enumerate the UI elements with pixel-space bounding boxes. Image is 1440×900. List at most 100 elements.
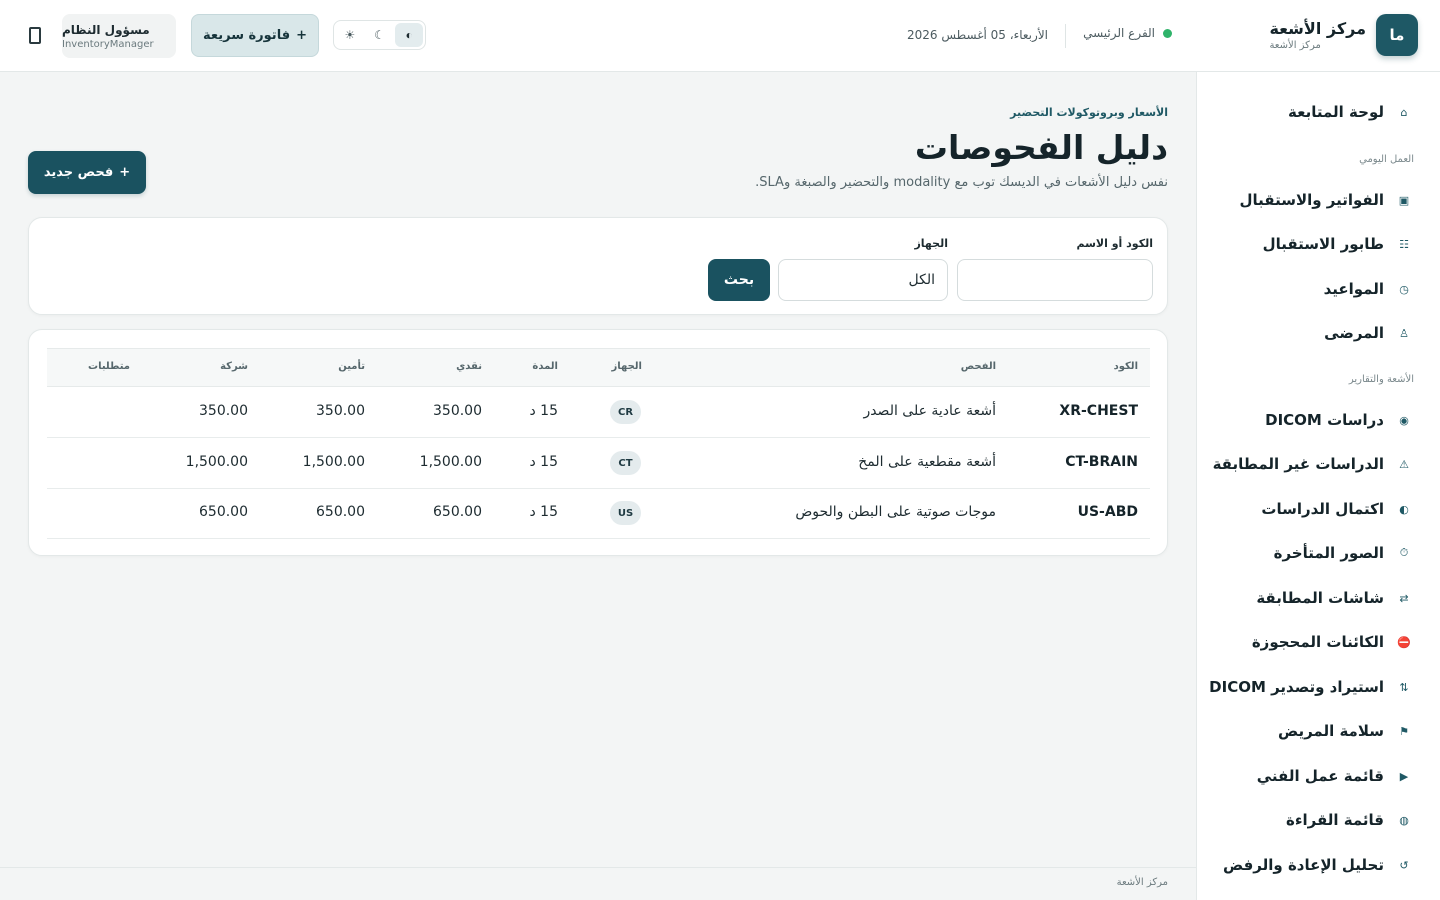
column-header-duration: المدة xyxy=(532,361,558,372)
timer-icon: ⏱ xyxy=(1399,546,1409,559)
cash-price: 650.00 xyxy=(433,504,482,520)
quick-invoice-button[interactable]: + فاتورة سريعة xyxy=(191,14,319,57)
device-filter-label: الجهاز xyxy=(914,237,948,250)
sidebar-item-technician-worklist[interactable]: ▶ قائمة عمل الفني xyxy=(1196,756,1440,796)
table-row[interactable]: US-ABD موجات صوتية على البطن والحوض US 1… xyxy=(47,488,1150,539)
exams-table-card: الكود الفحص الجهاز المدة نقدي تأمين شركة… xyxy=(28,329,1168,556)
sidebar-item-held-objects[interactable]: ⛔ الكائنات المحجوزة xyxy=(1196,622,1440,662)
exam-code: CT-BRAIN xyxy=(1065,454,1138,470)
sidebar-item-label: لوحة المتابعة xyxy=(1288,103,1384,121)
patient-icon: ♙ xyxy=(1399,326,1409,340)
table-row[interactable]: CT-BRAIN أشعة مقطعية على المخ CT 15 د 1,… xyxy=(47,438,1150,489)
brand[interactable]: ما مركز الأشعة مركز الأشعة xyxy=(1269,14,1418,56)
device-mobile-icon[interactable] xyxy=(29,27,41,44)
plus-icon: + xyxy=(119,165,131,180)
refresh-icon: ↺ xyxy=(1399,858,1409,872)
user-menu[interactable]: مسؤول النظام InventoryManager xyxy=(62,14,176,58)
user-name: مسؤول النظام xyxy=(62,22,150,37)
light-theme-icon[interactable]: ☀ xyxy=(336,23,364,47)
sidebar-item-dicom-studies[interactable]: ◉ دراسات DICOM xyxy=(1196,400,1440,440)
sidebar-item-label: الفواتير والاستقبال xyxy=(1239,191,1385,209)
device-badge: CR xyxy=(610,400,641,424)
device-badge: CT xyxy=(610,451,641,475)
exam-duration: 15 د xyxy=(529,454,558,470)
brand-title: مركز الأشعة xyxy=(1269,19,1366,38)
sidebar-item-unmatched-studies[interactable]: ⚠ الدراسات غير المطابقة xyxy=(1196,444,1440,484)
exam-name: أشعة مقطعية على المخ xyxy=(858,454,996,470)
sidebar-item-dicom-import-export[interactable]: ⇅ استيراد وتصدير DICOM xyxy=(1196,667,1440,707)
cash-price: 350.00 xyxy=(433,403,482,419)
search-button[interactable]: بحث xyxy=(708,259,770,301)
sidebar-item-dashboard[interactable]: ⌂ لوحة المتابعة xyxy=(1196,92,1440,132)
device-badge: US xyxy=(610,501,641,525)
sidebar-item-label: تحليل الإعادة والرفض xyxy=(1223,856,1384,874)
sidebar-item-patients[interactable]: ♙ المرضى xyxy=(1196,313,1440,353)
column-header-cash: نقدي xyxy=(456,361,482,372)
sidebar-item-study-completion[interactable]: ◐ اكتمال الدراسات xyxy=(1196,489,1440,529)
sidebar-item-appointments[interactable]: ◷ المواعيد xyxy=(1196,269,1440,309)
column-header-requirements: متطلبات xyxy=(88,361,130,372)
sidebar-item-label: الدراسات غير المطابقة xyxy=(1212,455,1384,473)
insurance-price: 1,500.00 xyxy=(302,454,365,470)
branch-indicator: الفرع الرئيسي xyxy=(1083,26,1172,40)
sidebar-item-label: المواعيد xyxy=(1323,280,1384,298)
quick-invoice-label: فاتورة سريعة xyxy=(203,28,291,43)
insurance-price: 650.00 xyxy=(316,504,365,520)
theme-toggle[interactable]: ☀ ☾ ◐ xyxy=(333,20,426,50)
top-header: ما مركز الأشعة مركز الأشعة الفرع الرئيسي… xyxy=(0,0,1440,72)
branch-label: الفرع الرئيسي xyxy=(1083,26,1155,40)
sidebar-item-label: اكتمال الدراسات xyxy=(1261,500,1384,518)
sidebar-item-repeat-reject-analysis[interactable]: ↺ تحليل الإعادة والرفض xyxy=(1196,845,1440,885)
filter-card: الكود أو الاسم الجهاز الكل بحث xyxy=(28,217,1168,315)
brand-logo: ما xyxy=(1376,14,1418,56)
code-search-input[interactable] xyxy=(957,259,1153,301)
sidebar-item-label: استيراد وتصدير DICOM xyxy=(1209,678,1384,696)
new-exam-button[interactable]: + فحص جديد xyxy=(28,151,146,194)
queue-icon: ☷ xyxy=(1399,237,1409,251)
flag-icon: ⚑ xyxy=(1399,724,1409,738)
table-header: الكود الفحص الجهاز المدة نقدي تأمين شركة… xyxy=(47,348,1150,387)
sidebar-item-label: طابور الاستقبال xyxy=(1262,235,1384,253)
page-title: دليل الفحوصات xyxy=(914,128,1168,167)
header-divider xyxy=(1065,24,1066,48)
company-price: 1,500.00 xyxy=(185,454,248,470)
auto-theme-icon[interactable]: ◐ xyxy=(395,23,424,47)
column-header-insurance: تأمين xyxy=(338,361,365,372)
brand-subtitle: مركز الأشعة xyxy=(1269,40,1321,51)
sidebar-item-label: سلامة المريض xyxy=(1277,722,1384,740)
code-filter-label: الكود أو الاسم xyxy=(1076,237,1153,250)
column-header-exam: الفحص xyxy=(960,361,996,372)
sidebar: ⌂ لوحة المتابعة العمل اليومي ▣ الفواتير … xyxy=(1196,72,1440,900)
sidebar-section-radiology: الأشعة والتقارير xyxy=(1348,374,1414,385)
column-header-code: الكود xyxy=(1113,361,1138,372)
exam-name: موجات صوتية على البطن والحوض xyxy=(795,504,996,520)
half-circle-icon: ◐ xyxy=(1399,502,1409,516)
sidebar-item-label: المرضى xyxy=(1324,324,1384,342)
plus-icon: + xyxy=(296,28,307,43)
device-select-value: الكل xyxy=(908,272,936,288)
sidebar-section-daily: العمل اليومي xyxy=(1359,154,1414,165)
column-header-device: الجهاز xyxy=(611,361,642,372)
device-select[interactable]: الكل xyxy=(778,259,948,301)
clock-icon: ◷ xyxy=(1399,282,1409,296)
cash-price: 1,500.00 xyxy=(419,454,482,470)
sidebar-item-invoices[interactable]: ▣ الفواتير والاستقبال xyxy=(1196,180,1440,220)
exam-duration: 15 د xyxy=(529,403,558,419)
user-role: InventoryManager xyxy=(62,38,154,50)
invoice-icon: ▣ xyxy=(1398,193,1410,207)
table-row[interactable]: XR-CHEST أشعة عادية على الصدر CR 15 د 35… xyxy=(47,387,1150,438)
sidebar-item-patient-safety[interactable]: ⚑ سلامة المريض xyxy=(1196,711,1440,751)
swap-icon: ⇄ xyxy=(1399,591,1409,605)
sidebar-item-matching-screens[interactable]: ⇄ شاشات المطابقة xyxy=(1196,578,1440,618)
page-subtitle: نفس دليل الأشعات في الديسك توب مع modali… xyxy=(755,175,1168,190)
import-export-icon: ⇅ xyxy=(1399,680,1409,694)
play-icon: ▶ xyxy=(1399,769,1409,783)
warning-icon: ⚠ xyxy=(1399,457,1409,471)
globe-icon: ◍ xyxy=(1399,813,1409,827)
no-entry-icon: ⛔ xyxy=(1397,635,1411,649)
sidebar-item-late-images[interactable]: ⏱ الصور المتأخرة xyxy=(1196,533,1440,573)
new-exam-label: فحص جديد xyxy=(43,165,114,180)
sidebar-item-reception-queue[interactable]: ☷ طابور الاستقبال xyxy=(1196,224,1440,264)
dark-theme-icon[interactable]: ☾ xyxy=(366,23,394,47)
sidebar-item-reading-list[interactable]: ◍ قائمة القراءة xyxy=(1196,800,1440,840)
